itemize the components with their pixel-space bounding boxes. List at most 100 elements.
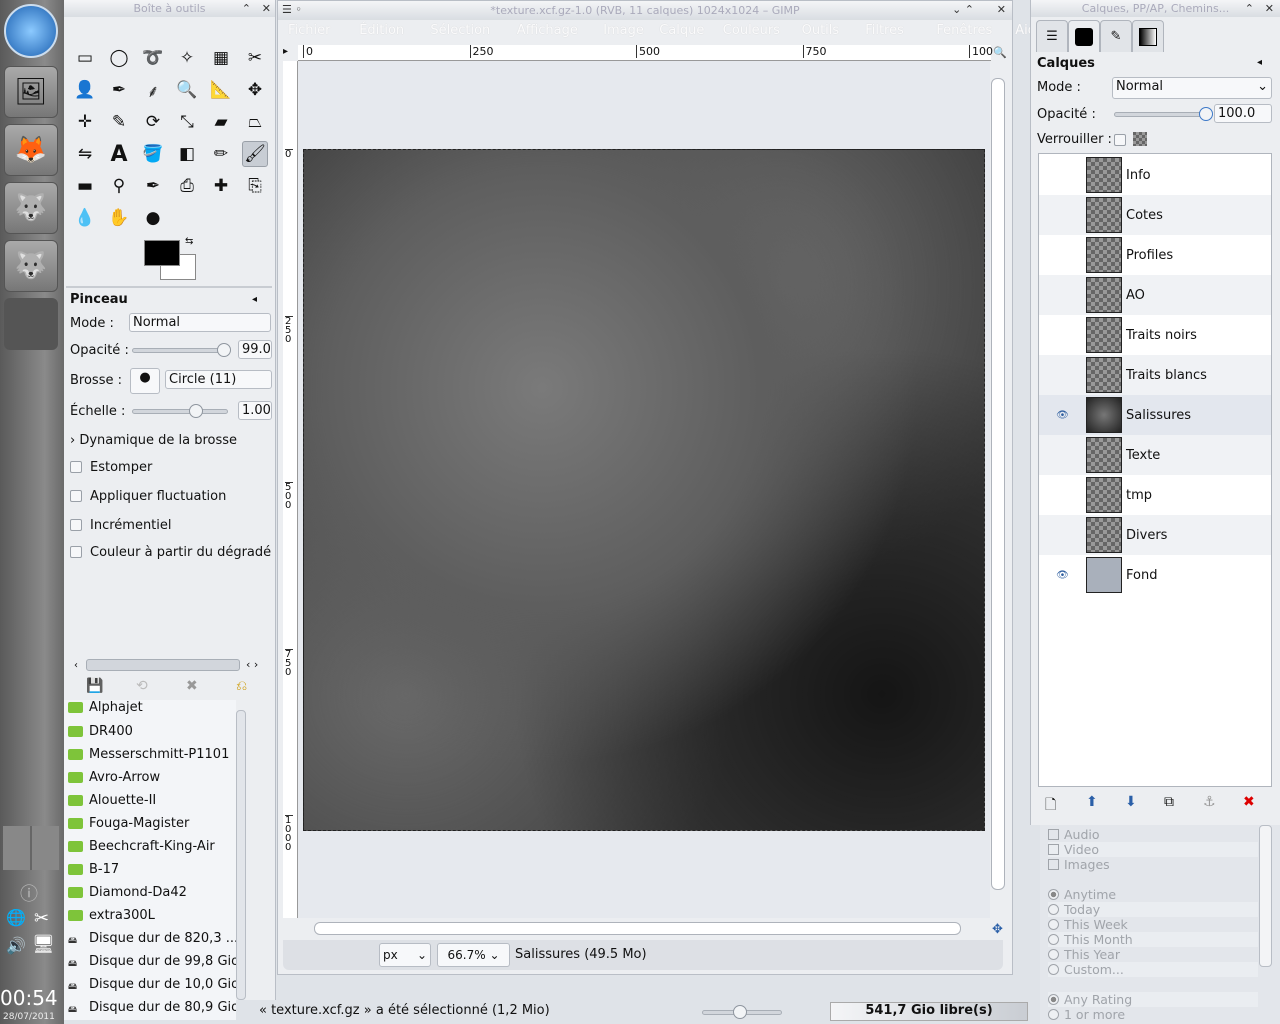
horizontal-scrollbar[interactable]	[86, 659, 240, 671]
checkbox[interactable]	[70, 490, 82, 502]
maximize-button[interactable]: ⌃	[1245, 2, 1254, 15]
layer-row[interactable]: Cotes	[1039, 195, 1271, 235]
filter-scrollbar[interactable]	[1259, 825, 1272, 967]
horizontal-scrollbar[interactable]	[314, 922, 961, 935]
blur-tool-icon[interactable]: ●	[140, 205, 166, 231]
opacity-slider[interactable]	[132, 343, 231, 357]
new-layer-button[interactable]: 🗋	[1045, 794, 1056, 818]
ink-tool-icon[interactable]: ✒	[140, 173, 166, 199]
layer-row[interactable]: AO	[1039, 275, 1271, 315]
list-item[interactable]: 🖴 Disque dur de 820,3 ...	[68, 928, 236, 948]
tab-paths[interactable]: ✎	[1100, 20, 1132, 52]
filter-date[interactable]: Custom...	[1048, 962, 1258, 977]
duplicate-layer-button[interactable]: ⧉	[1164, 794, 1174, 810]
layer-mode-select[interactable]: Normal ⌄	[1112, 77, 1272, 99]
list-item[interactable]: 🖴 Disque dur de 10,0 Gio	[68, 974, 236, 994]
option-fade[interactable]: Estomper	[70, 460, 152, 475]
filter-type[interactable]: Images	[1048, 857, 1258, 872]
lower-layer-button[interactable]: ⬇	[1125, 794, 1137, 810]
list-item[interactable]: extra300L	[68, 905, 155, 925]
menu-filtres[interactable]: Filtres	[865, 23, 904, 38]
radio[interactable]	[1048, 964, 1059, 975]
anchor-layer-button[interactable]: ⚓	[1203, 794, 1216, 810]
firefox-icon[interactable]: 🦊	[4, 124, 58, 176]
info-icon[interactable]: ⓘ	[20, 880, 38, 906]
checkbox[interactable]	[1048, 829, 1059, 840]
close-button[interactable]: ✕	[1265, 2, 1274, 15]
delete-layer-button[interactable]: ✖	[1243, 794, 1255, 810]
scale-tool-icon[interactable]: ⤡	[174, 109, 200, 135]
menu-couleurs[interactable]: Couleurs	[723, 23, 780, 38]
paintbrush-tool-icon[interactable]: 🖌	[242, 141, 268, 167]
scroll-arrows-icon[interactable]: ‹ ›	[246, 658, 258, 671]
flip-tool-icon[interactable]: ⇋	[72, 141, 98, 167]
mode-select[interactable]: Normal	[129, 313, 271, 332]
foreground-select-tool-icon[interactable]: 👤	[72, 77, 98, 103]
perspective-clone-tool-icon[interactable]: ⎘	[242, 173, 268, 199]
scale-slider[interactable]	[132, 404, 228, 418]
free-select-tool-icon[interactable]: ➰	[140, 45, 166, 71]
layer-row[interactable]: 👁 Fond	[1039, 555, 1271, 595]
shear-tool-icon[interactable]: ▰	[208, 109, 234, 135]
scroll-left-icon[interactable]: ‹	[74, 660, 78, 671]
clock-time[interactable]: 00:54	[0, 986, 58, 1010]
gimp-task-icon[interactable]: 🐺	[4, 182, 58, 234]
option-incremental[interactable]: Incrémentiel	[70, 518, 172, 533]
layer-row[interactable]: Info	[1039, 155, 1271, 195]
tab-gradients[interactable]	[1132, 20, 1164, 52]
menu-affichage[interactable]: Affichage	[517, 23, 578, 38]
layer-row[interactable]: Traits blancs	[1039, 355, 1271, 395]
filter-date[interactable]: Today	[1048, 902, 1258, 917]
configure-tab-icon[interactable]: ◂	[252, 294, 257, 305]
quick-mask-toggle-icon[interactable]: ▸	[283, 46, 288, 57]
filter-type[interactable]: Audio	[1048, 827, 1258, 842]
scissors-icon[interactable]: ✂	[34, 908, 49, 929]
delete-options-icon[interactable]: ✖	[186, 678, 198, 694]
image-titlebar[interactable]: ☰ ◦ *texture.xcf.gz-1.0 (RVB, 11 calques)…	[278, 1, 1012, 20]
smudge-tool-icon[interactable]: 💧	[72, 205, 98, 231]
clone-tool-icon[interactable]: ⎙	[174, 173, 200, 199]
texture-task-icon[interactable]	[4, 298, 58, 350]
lock-alpha-checkbox[interactable]	[1114, 134, 1126, 146]
unit-select[interactable]: px ⌄	[379, 943, 431, 967]
list-item[interactable]: Messerschmitt-P1101	[68, 744, 229, 764]
layer-opacity-slider[interactable]	[1114, 107, 1213, 121]
zoom-on-resize-icon[interactable]: 🔍	[993, 46, 1007, 59]
checkbox[interactable]	[70, 546, 82, 558]
reset-options-icon[interactable]: ⎌	[236, 678, 247, 694]
filter-date[interactable]: Anytime	[1048, 887, 1258, 902]
move-tool-icon[interactable]: ✥	[242, 77, 268, 103]
foreground-color-swatch[interactable]	[144, 240, 180, 266]
filter-rating[interactable]: Any Rating	[1048, 992, 1258, 1007]
list-item[interactable]: DR400	[68, 721, 133, 741]
brush-field[interactable]: Circle (11)	[165, 370, 272, 389]
menu-image[interactable]: Image	[603, 23, 644, 38]
volume-icon[interactable]: 🔊	[6, 936, 26, 955]
list-item[interactable]: Alouette-II	[68, 790, 156, 810]
checkbox[interactable]	[1048, 844, 1059, 855]
kde-menu-icon[interactable]	[4, 4, 58, 58]
crop-tool-icon[interactable]: ✎	[106, 109, 132, 135]
navigate-icon[interactable]: ✥	[992, 922, 1003, 937]
radio[interactable]	[1048, 949, 1059, 960]
layer-row[interactable]: Texte	[1039, 435, 1271, 475]
icon-size-slider[interactable]	[702, 1005, 782, 1019]
file-list-scrollbar[interactable]	[236, 710, 246, 1000]
tab-colors[interactable]	[1068, 20, 1100, 52]
color-picker-tool-icon[interactable]: ⸙	[140, 77, 166, 103]
list-item[interactable]: 🖴 Disque dur de 80,9 Gio	[68, 997, 236, 1017]
fuzzy-select-tool-icon[interactable]: ✧	[174, 45, 200, 71]
image-viewer-icon[interactable]: 🖼	[4, 66, 58, 118]
minimize-button[interactable]: ⌄ ⌃	[952, 3, 974, 16]
blend-tool-icon[interactable]: ◧	[174, 141, 200, 167]
airbrush-tool-icon[interactable]: ⚲	[106, 173, 132, 199]
radio[interactable]	[1048, 994, 1059, 1005]
eraser-tool-icon[interactable]: ▬	[72, 173, 98, 199]
network-icon[interactable]: 🌐	[6, 908, 26, 927]
list-item[interactable]: Alphajet	[68, 700, 143, 717]
menu-outils[interactable]: Outils	[802, 23, 840, 38]
layer-row[interactable]: Divers	[1039, 515, 1271, 555]
swap-colors-icon[interactable]: ⇆	[185, 236, 193, 247]
scale-field[interactable]: 1.00	[238, 401, 272, 420]
dock-titlebar[interactable]: Calques, PP/AP, Chemins... ⌃ ✕	[1031, 0, 1280, 17]
